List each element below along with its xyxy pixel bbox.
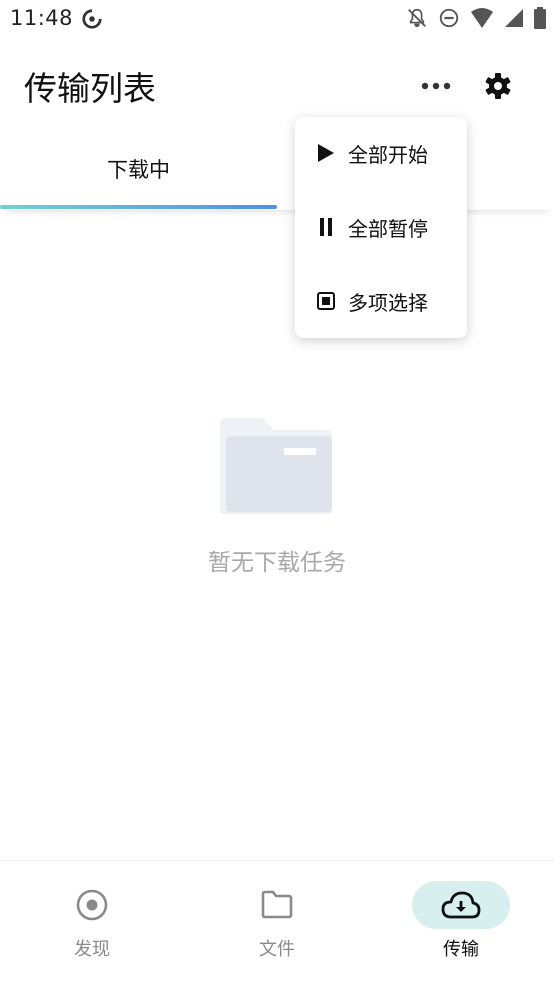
nav-item-transfer[interactable]: 传输 xyxy=(396,879,526,969)
nav-item-discover[interactable]: 发现 xyxy=(27,879,157,969)
wifi-icon xyxy=(471,8,493,28)
menu-item-pause-all[interactable]: 全部暂停 xyxy=(295,197,467,257)
nav-item-files[interactable]: 文件 xyxy=(212,879,342,969)
app-header: 传输列表 xyxy=(0,40,554,128)
do-not-disturb-icon xyxy=(439,8,459,28)
more-horizontal-icon xyxy=(421,82,451,90)
empty-state-text: 暂无下载任务 xyxy=(208,550,346,576)
tab-bar: 下载中 xyxy=(0,128,554,210)
more-options-button[interactable] xyxy=(414,66,458,106)
nav-icon-container xyxy=(43,881,141,929)
notifications-off-icon xyxy=(408,8,426,28)
status-icons xyxy=(406,7,546,29)
menu-item-start-all-label: 全部开始 xyxy=(348,142,428,167)
bottom-navigation: 发现 文件 传输 xyxy=(0,860,554,986)
tab-indicator xyxy=(0,205,277,209)
discover-icon xyxy=(76,889,108,921)
data-saver-icon xyxy=(82,9,102,29)
battery-icon xyxy=(534,7,546,29)
nav-icon-container xyxy=(412,881,510,929)
menu-item-multi-select-label: 多项选择 xyxy=(348,290,428,315)
gear-icon xyxy=(485,73,511,99)
tab-downloading[interactable]: 下载中 xyxy=(0,128,277,210)
status-bar: 11:48 xyxy=(0,0,554,40)
empty-state: 暂无下载任务 xyxy=(0,400,554,600)
empty-folder-icon xyxy=(220,418,332,514)
nav-icon-container xyxy=(228,881,326,929)
menu-item-start-all[interactable]: 全部开始 xyxy=(295,123,467,183)
pause-icon xyxy=(315,216,337,238)
tab-downloading-label: 下载中 xyxy=(107,158,170,182)
cellular-signal-icon xyxy=(505,9,523,27)
play-icon xyxy=(315,142,337,164)
cloud-download-icon xyxy=(441,891,481,919)
menu-item-pause-all-label: 全部暂停 xyxy=(348,216,428,241)
checkbox-square-icon xyxy=(315,290,337,312)
menu-item-multi-select[interactable]: 多项选择 xyxy=(295,271,467,331)
settings-button[interactable] xyxy=(478,66,518,106)
status-time: 11:48 xyxy=(10,6,74,30)
nav-label-files: 文件 xyxy=(259,939,295,960)
nav-label-discover: 发现 xyxy=(74,939,110,960)
folder-icon xyxy=(261,890,293,919)
more-options-menu: 全部开始 全部暂停 多项选择 xyxy=(295,117,467,338)
nav-label-transfer: 传输 xyxy=(443,939,479,960)
page-title: 传输列表 xyxy=(24,69,156,108)
